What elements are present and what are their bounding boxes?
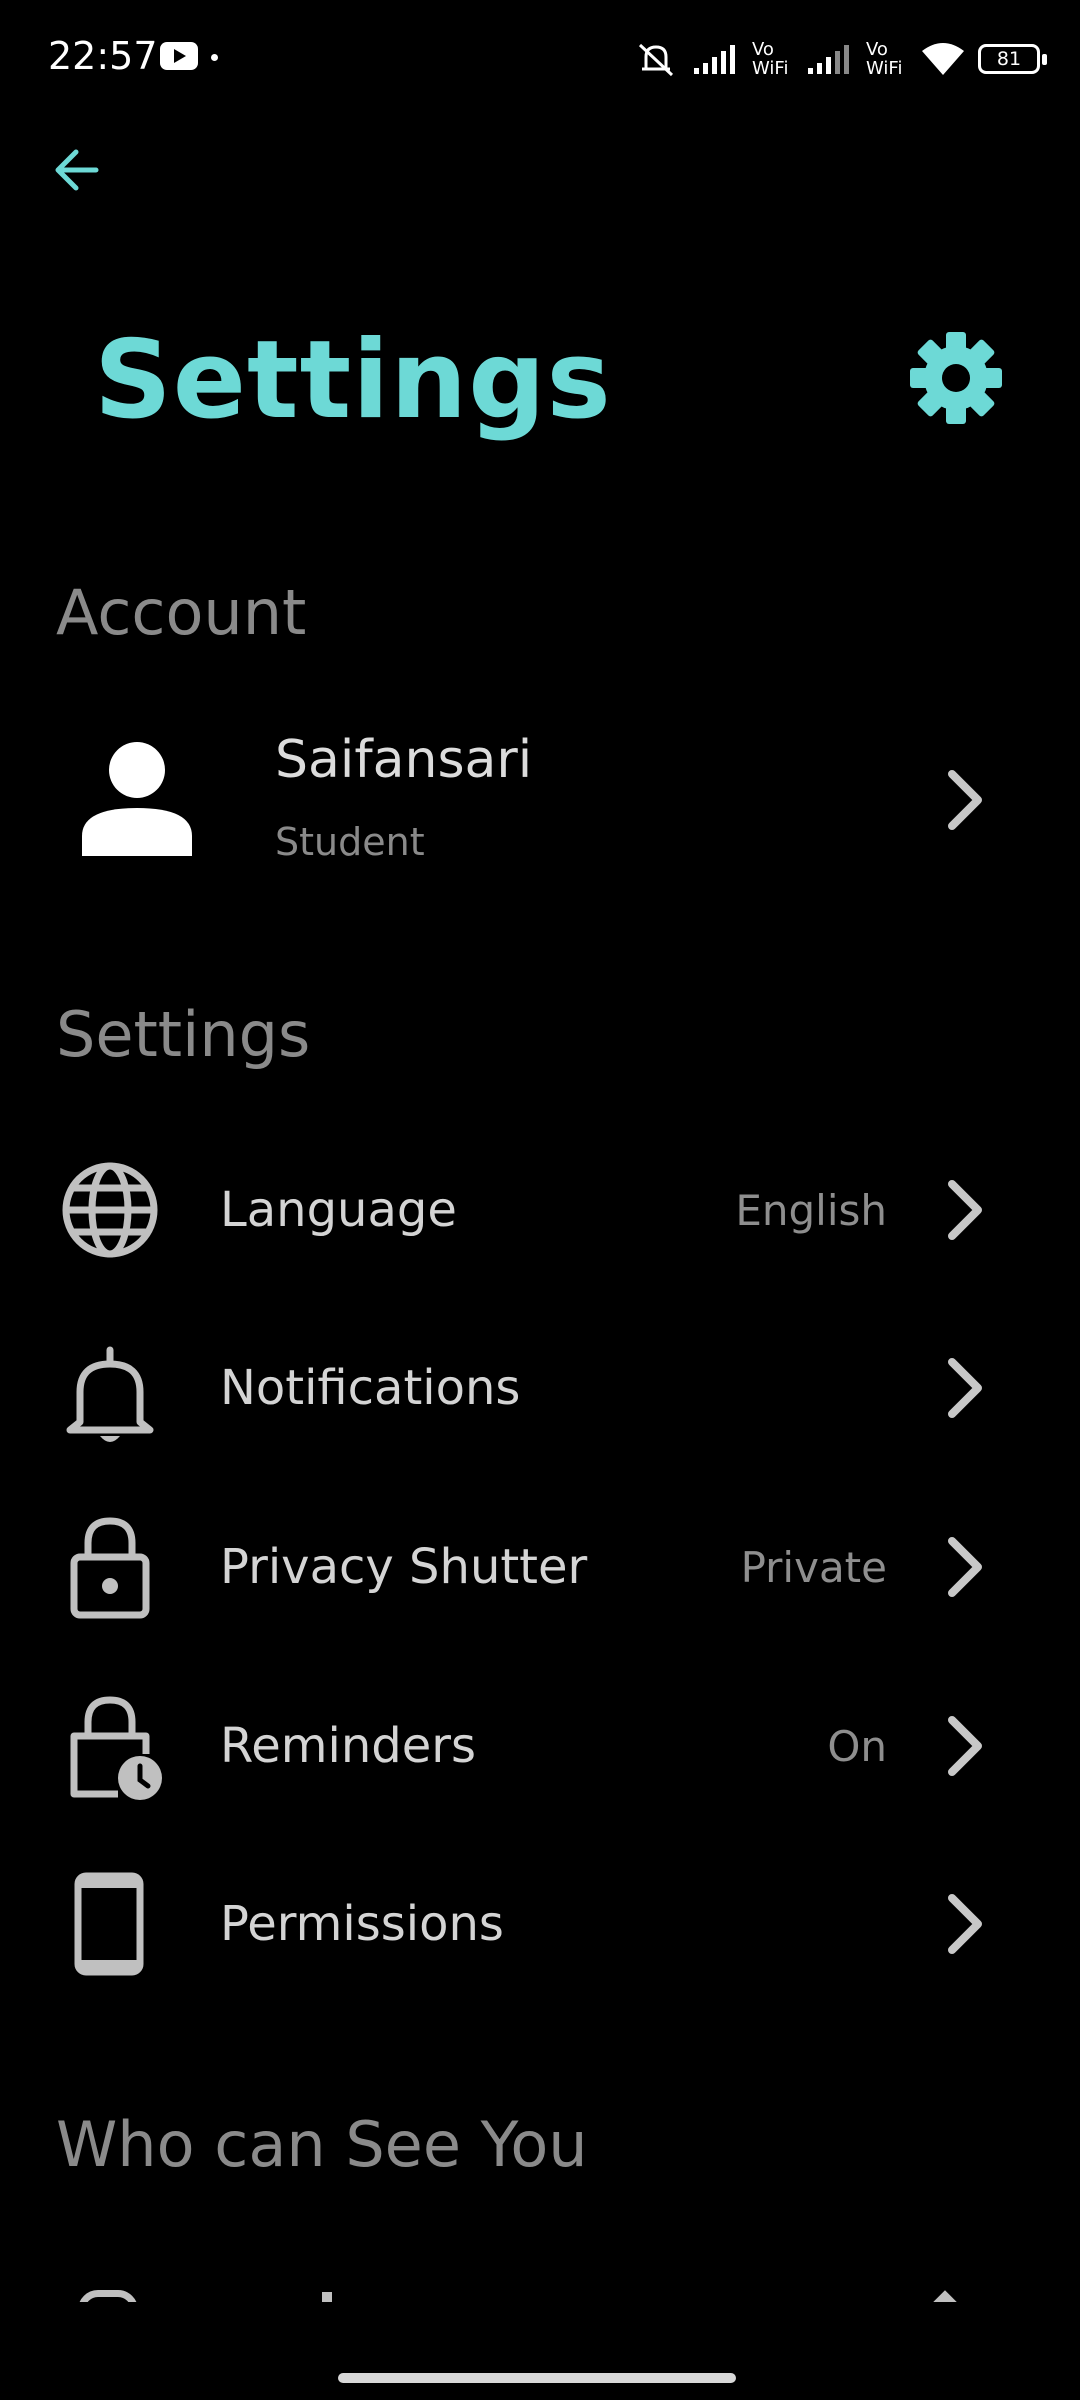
chevron-right-icon [948,1894,982,1954]
lock-clock-icon [70,1696,162,1800]
gear-icon[interactable] [908,330,1004,426]
settings-item-label: Privacy Shutter [220,1539,588,1595]
chevron-right-icon [948,1716,982,1776]
account-name: Saifansari [275,730,533,790]
partial-icon [78,2290,138,2302]
section-title-account: Account [56,576,307,649]
vowifi-label-1: Vo WiFi [752,39,789,79]
clipped-row [0,2290,1080,2302]
settings-item-label: Notifications [220,1360,521,1416]
settings-item-notifications[interactable]: Notifications [0,1328,1080,1448]
settings-item-label: Permissions [220,1896,504,1952]
settings-item-label: Reminders [220,1718,476,1774]
youtube-icon [160,42,198,70]
section-title-settings: Settings [56,998,311,1071]
chevron-right-icon [948,1180,982,1240]
status-icons: Vo WiFi Vo WiFi 81 [632,30,1047,88]
settings-item-permissions[interactable]: Permissions [0,1864,1080,1984]
settings-item-reminders[interactable]: Reminders On [0,1686,1080,1806]
bell-icon [66,1346,154,1442]
avatar [82,742,192,856]
section-title-who-can-see-you: Who can See You [56,2108,588,2181]
settings-item-privacy-shutter[interactable]: Privacy Shutter Private [0,1507,1080,1627]
settings-item-value: Private [740,1543,887,1592]
chevron-right-icon [948,1358,982,1418]
lock-icon [70,1517,150,1619]
chevron-right-icon [948,1537,982,1597]
status-time: 22:57 [48,34,158,78]
globe-icon [62,1162,158,1258]
chevron-right-icon [948,770,982,830]
wifi-icon [922,43,964,75]
arrow-left-icon[interactable] [50,142,106,198]
partial-chevron [932,2290,958,2302]
battery-icon: 81 [978,44,1047,74]
settings-item-value: English [735,1186,887,1235]
phone-icon [74,1872,144,1976]
settings-item-label: Language [220,1182,457,1238]
settings-item-value: On [827,1722,887,1771]
notification-dot [211,54,218,61]
signal-icon-1 [694,45,735,74]
account-row[interactable]: Saifansari Student [0,700,1080,900]
home-indicator[interactable] [338,2373,736,2383]
page-title: Settings [94,318,612,443]
account-role: Student [275,820,425,864]
settings-item-language[interactable]: Language English [0,1150,1080,1270]
signal-icon-2 [808,45,849,74]
partial-text [322,2292,332,2302]
vowifi-label-2: Vo WiFi [866,39,903,79]
mute-icon [638,43,674,77]
